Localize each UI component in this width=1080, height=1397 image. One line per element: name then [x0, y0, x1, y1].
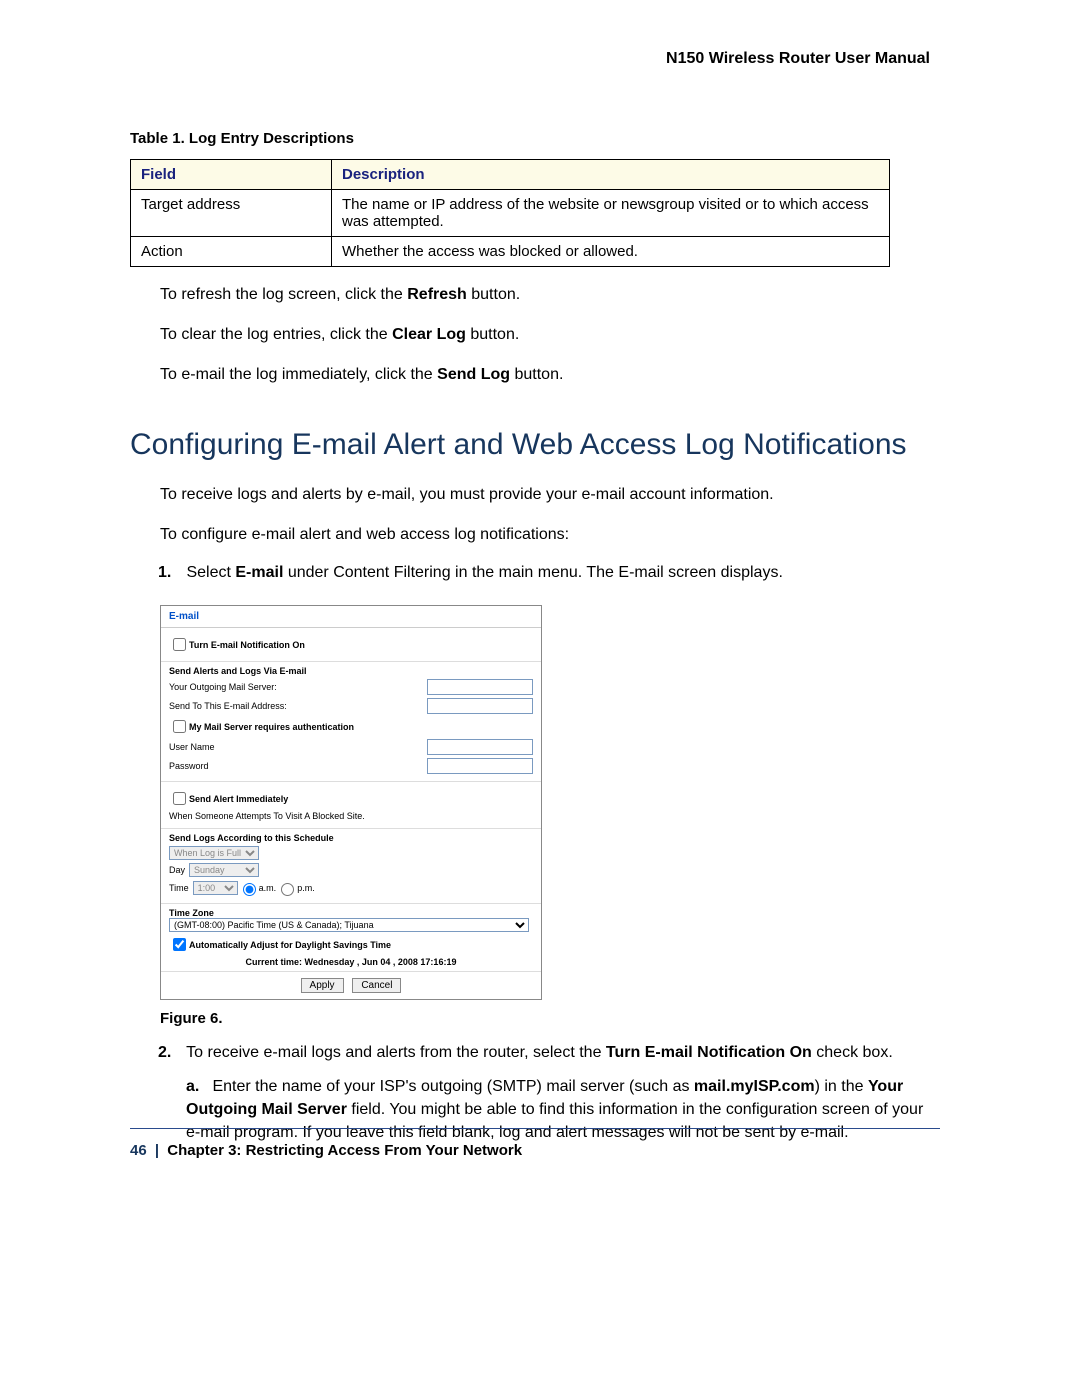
panel-title: E-mail [161, 606, 541, 628]
para-refresh: To refresh the log screen, click the Ref… [160, 283, 940, 307]
page-footer: 46 | Chapter 3: Restricting Access From … [130, 1142, 522, 1159]
para-clear: To clear the log entries, click the Clea… [160, 323, 940, 347]
send-to-label: Send To This E-mail Address: [169, 701, 287, 711]
turn-email-on-ref: Turn E-mail Notification On [606, 1044, 812, 1061]
th-field: Field [131, 160, 332, 190]
text: button. [466, 326, 519, 343]
text: To clear the log entries, click the [160, 326, 392, 343]
menu-email-ref: E-mail [235, 564, 283, 581]
day-label: Day [169, 865, 185, 875]
th-description: Description [332, 160, 890, 190]
text: Enter the name of your ISP's outgoing (S… [212, 1078, 693, 1095]
alert-immediately-label: Send Alert Immediately [189, 794, 288, 804]
time-select[interactable]: 1:00 [193, 881, 238, 895]
chapter-label: Chapter 3: Restricting Access From Your … [167, 1142, 522, 1159]
am-label: a.m. [259, 883, 277, 893]
dst-checkbox[interactable] [173, 938, 186, 951]
clear-log-button-ref: Clear Log [392, 326, 466, 343]
alert-immediately-checkbox[interactable] [173, 792, 186, 805]
doc-title: N150 Wireless Router User Manual [666, 50, 930, 68]
section-heading: Configuring E-mail Alert and Web Access … [130, 427, 940, 463]
am-radio[interactable] [243, 883, 256, 896]
footer-rule [130, 1128, 940, 1129]
step-2: 2. To receive e-mail logs and alerts fro… [158, 1041, 940, 1065]
cell-field: Target address [131, 190, 332, 237]
footer-separator: | [151, 1142, 163, 1159]
outgoing-server-input[interactable] [427, 679, 533, 695]
schedule-heading: Send Logs According to this Schedule [169, 833, 533, 843]
timezone-heading: Time Zone [169, 908, 533, 918]
text: button. [510, 366, 563, 383]
password-label: Password [169, 761, 209, 771]
time-label: Time [169, 883, 189, 893]
intro-2: To configure e-mail alert and web access… [160, 523, 940, 547]
turn-email-on-label: Turn E-mail Notification On [189, 640, 305, 650]
text: button. [467, 286, 520, 303]
pm-radio[interactable] [281, 883, 294, 896]
send-via-heading: Send Alerts and Logs Via E-mail [169, 666, 533, 676]
cell-desc: Whether the access was blocked or allowe… [332, 237, 890, 267]
step-2a: a. Enter the name of your ISP's outgoing… [186, 1075, 940, 1145]
password-input[interactable] [427, 758, 533, 774]
dst-label: Automatically Adjust for Daylight Saving… [189, 940, 391, 950]
cell-field: Action [131, 237, 332, 267]
auth-required-label: My Mail Server requires authentication [189, 722, 354, 732]
day-select[interactable]: Sunday [189, 863, 259, 877]
table-row: Action Whether the access was blocked or… [131, 237, 890, 267]
apply-button[interactable]: Apply [301, 978, 344, 993]
step-letter: a. [186, 1075, 208, 1098]
para-send: To e-mail the log immediately, click the… [160, 363, 940, 387]
text: under Content Filtering in the main menu… [283, 564, 783, 581]
username-input[interactable] [427, 739, 533, 755]
refresh-button-ref: Refresh [407, 286, 467, 303]
username-label: User Name [169, 742, 215, 752]
pm-label: p.m. [297, 883, 315, 893]
intro-1: To receive logs and alerts by e-mail, yo… [160, 483, 940, 507]
send-to-input[interactable] [427, 698, 533, 714]
step-1: 1. Select E-mail under Content Filtering… [158, 561, 940, 585]
page-number: 46 [130, 1142, 147, 1159]
alert-when-label: When Someone Attempts To Visit A Blocked… [169, 811, 365, 821]
text: Select [186, 564, 235, 581]
text: To receive e-mail logs and alerts from t… [186, 1044, 606, 1061]
auth-required-checkbox[interactable] [173, 720, 186, 733]
turn-email-on-checkbox[interactable] [173, 638, 186, 651]
schedule-mode-select[interactable]: When Log is Full [169, 846, 259, 860]
isp-example: mail.myISP.com [694, 1078, 815, 1095]
email-config-screenshot: E-mail Turn E-mail Notification On Send … [160, 605, 542, 1000]
cell-desc: The name or IP address of the website or… [332, 190, 890, 237]
text: check box. [812, 1044, 893, 1061]
step-number: 1. [158, 561, 182, 585]
timezone-select[interactable]: (GMT-08:00) Pacific Time (US & Canada); … [169, 918, 529, 932]
cancel-button[interactable]: Cancel [352, 978, 401, 993]
text: ) in the [815, 1078, 868, 1095]
step-number: 2. [158, 1041, 182, 1065]
log-entry-table: Field Description Target address The nam… [130, 159, 890, 267]
table-caption: Table 1. Log Entry Descriptions [130, 130, 940, 147]
text: To e-mail the log immediately, click the [160, 366, 437, 383]
text: To refresh the log screen, click the [160, 286, 407, 303]
outgoing-server-label: Your Outgoing Mail Server: [169, 682, 277, 692]
figure-caption: Figure 6. [160, 1010, 940, 1027]
send-log-button-ref: Send Log [437, 366, 510, 383]
current-time: Current time: Wednesday , Jun 04 , 2008 … [169, 957, 533, 967]
table-row: Target address The name or IP address of… [131, 190, 890, 237]
